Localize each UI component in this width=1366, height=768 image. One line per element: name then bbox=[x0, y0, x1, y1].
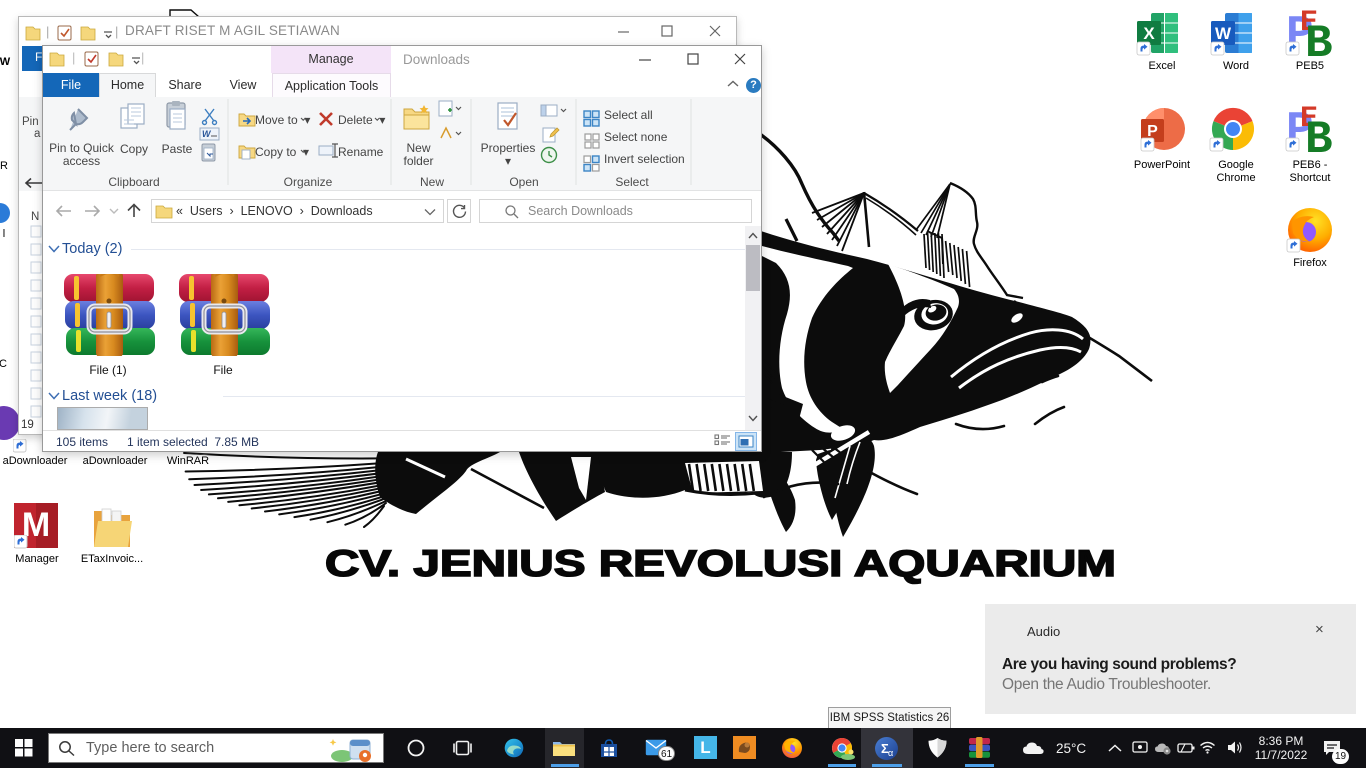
svg-text:CV. JENIUS REVOLUSI AQUARIUM: CV. JENIUS REVOLUSI AQUARIUM bbox=[325, 543, 1116, 584]
svg-text:P: P bbox=[1147, 123, 1158, 140]
svg-text:W: W bbox=[1215, 24, 1232, 43]
svg-text:α: α bbox=[888, 748, 893, 758]
svg-text:X: X bbox=[1143, 24, 1155, 43]
